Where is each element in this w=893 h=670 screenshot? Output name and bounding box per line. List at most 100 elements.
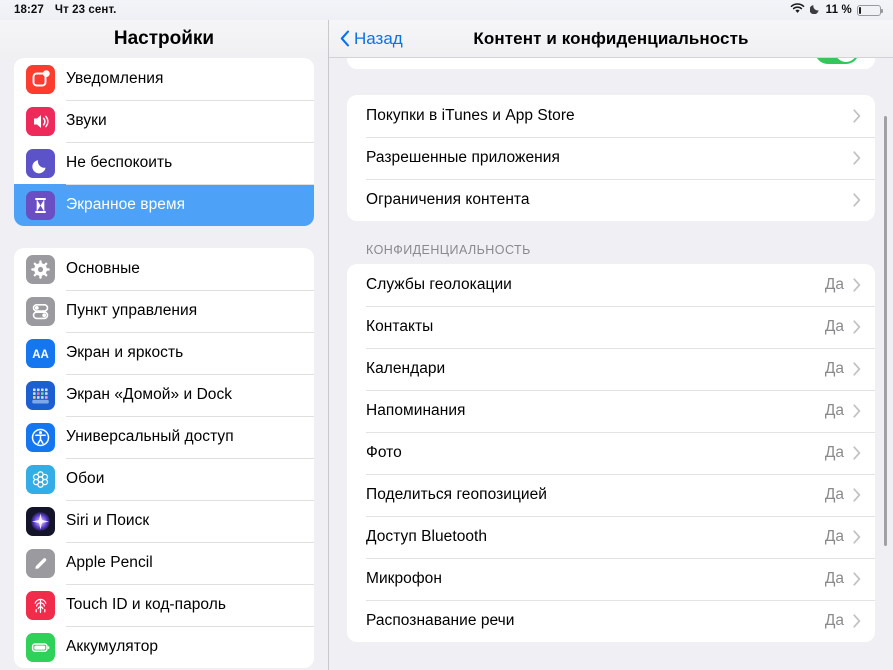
row-label: Фото [366,444,402,461]
row-bluetooth-access[interactable]: Доступ Bluetooth Да [347,516,875,558]
row-itunes-app-store-purchases[interactable]: Покупки в iTunes и App Store [347,95,875,137]
sidebar-item-label: Обои [66,470,105,487]
sidebar-item-label: Звуки [66,112,107,129]
row-value: Да [824,570,844,587]
homescreen-icon [26,380,55,410]
row-allowed-apps[interactable]: Разрешенные приложения [347,137,875,179]
sidebar-item-label: Экран «Домой» и Dock [66,386,233,403]
back-button-label: Назад [354,28,403,48]
chevron-right-icon [853,362,861,376]
sounds-icon [26,106,55,136]
chevron-right-icon [853,572,861,586]
row-value: Да [824,528,844,545]
sidebar-item-label: Уведомления [66,70,164,87]
row-label: Разрешенные приложения [366,149,560,166]
sidebar-item-display-brightness[interactable]: AA Экран и яркость [14,332,314,374]
sidebar-item-touch-id-passcode[interactable]: Touch ID и код-пароль [14,584,314,626]
chevron-right-icon [853,488,861,502]
chevron-right-icon [853,530,861,544]
row-label: Микрофон [366,570,442,587]
row-value: Да [824,486,844,503]
chevron-right-icon [853,320,861,334]
sliders-icon [26,296,55,326]
status-time: 18:27 [14,4,44,16]
detail-scrollbar[interactable] [884,116,887,546]
content-privacy-toggle[interactable] [815,58,859,64]
moon-icon [809,3,821,17]
row-contacts[interactable]: Контакты Да [347,306,875,348]
chevron-left-icon [340,30,350,47]
sidebar-group-2: Основные Пункт управления AA Экран и ярк… [14,248,314,668]
row-label: Покупки в iTunes и App Store [366,107,575,124]
chevron-right-icon [853,151,861,165]
row-share-my-location[interactable]: Поделиться геопозицией Да [347,474,875,516]
detail-content[interactable]: Покупки в iTunes и App Store Разрешенные… [329,58,893,670]
sidebar-item-label: Основные [66,260,140,277]
sidebar-header: Настройки [0,20,328,58]
battery-percent-label: 11 % [825,4,852,16]
sidebar-item-general[interactable]: Основные [14,248,314,290]
split-view: Настройки Уведомления Звуки Не беспокоит… [0,20,893,670]
sidebar-item-home-screen-dock[interactable]: Экран «Домой» и Dock [14,374,314,416]
status-indicators: 11 % [790,3,883,17]
sidebar-item-label: Siri и Поиск [66,512,150,529]
back-button[interactable]: Назад [340,29,403,49]
sidebar-item-label: Универсальный доступ [66,428,234,445]
sidebar-item-screen-time[interactable]: Экранное время [14,184,314,226]
row-microphone[interactable]: Микрофон Да [347,558,875,600]
sidebar-item-label: Apple Pencil [66,554,153,571]
page-title: Контент и конфиденциальность [473,28,749,48]
row-label: Распознавание речи [366,612,515,629]
privacy-section-header: КОНФИДЕНЦИАЛЬНОСТЬ [366,243,531,257]
sidebar-item-label: Пункт управления [66,302,198,319]
status-date: Чт 23 сент. [54,4,117,16]
row-value: Да [824,318,844,335]
clipped-toggle-card [347,58,875,69]
sidebar-item-label: Экранное время [66,196,186,213]
row-speech-recognition[interactable]: Распознавание речи Да [347,600,875,642]
sidebar-title: Настройки [113,28,215,49]
row-label: Напоминания [366,402,466,419]
sidebar-item-apple-pencil[interactable]: Apple Pencil [14,542,314,584]
pencil-icon [26,548,55,578]
battery-icon [857,4,883,16]
row-label: Службы геолокации [366,276,512,293]
sidebar-item-battery[interactable]: Аккумулятор [14,626,314,668]
siri-icon [26,506,55,536]
sidebar-item-accessibility[interactable]: Универсальный доступ [14,416,314,458]
sidebar-item-control-center[interactable]: Пункт управления [14,290,314,332]
row-calendars[interactable]: Календари Да [347,348,875,390]
moon-icon [26,148,55,178]
chevron-right-icon [853,446,861,460]
sidebar-list[interactable]: Уведомления Звуки Не беспокоить Экранное… [0,58,328,670]
row-value: Да [824,276,844,293]
row-label: Доступ Bluetooth [366,528,488,545]
chevron-right-icon [853,193,861,207]
svg-text:AA: AA [32,349,49,361]
row-photos[interactable]: Фото Да [347,432,875,474]
accessibility-icon [26,422,55,452]
sidebar-group-1: Уведомления Звуки Не беспокоить Экранное… [14,58,314,226]
chevron-right-icon [853,614,861,628]
display-aa-icon: AA [26,338,55,368]
row-reminders[interactable]: Напоминания Да [347,390,875,432]
restrictions-group: Покупки в iTunes и App Store Разрешенные… [347,95,875,221]
scrollbar-thumb[interactable] [884,116,887,546]
sidebar-item-siri-search[interactable]: Siri и Поиск [14,500,314,542]
notifications-icon [26,64,55,94]
sidebar-item-do-not-disturb[interactable]: Не беспокоить [14,142,314,184]
sidebar-item-label: Аккумулятор [66,638,159,655]
wallpaper-icon [26,464,55,494]
detail-pane: Назад Контент и конфиденциальность Покуп… [329,20,893,670]
row-label: Ограничения контента [366,191,530,208]
status-bar: 18:27 Чт 23 сент. 11 % [0,0,893,20]
chevron-right-icon [853,109,861,123]
row-value: Да [824,444,844,461]
chevron-right-icon [853,278,861,292]
row-value: Да [824,612,844,629]
row-location-services[interactable]: Службы геолокации Да [347,264,875,306]
row-content-restrictions[interactable]: Ограничения контента [347,179,875,221]
sidebar-item-wallpaper[interactable]: Обои [14,458,314,500]
sidebar-item-sounds[interactable]: Звуки [14,100,314,142]
sidebar-item-notifications[interactable]: Уведомления [14,58,314,100]
